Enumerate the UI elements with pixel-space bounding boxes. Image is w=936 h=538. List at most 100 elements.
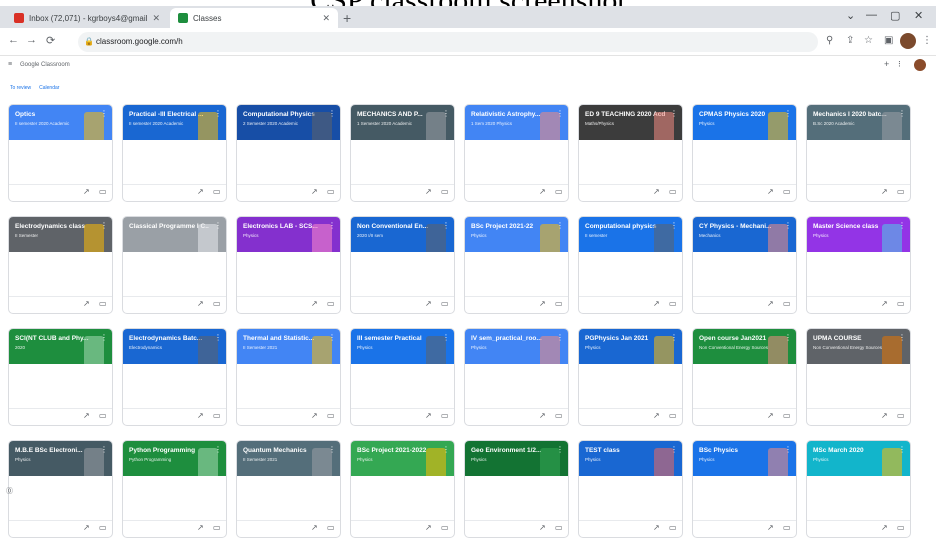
browser-menu-icon[interactable]: ⋮ xyxy=(922,35,932,46)
folder-icon[interactable]: ▭ xyxy=(327,523,335,532)
class-card-header[interactable]: UPMA COURSE Non Conventional Energy Sourc… xyxy=(807,329,910,364)
class-name[interactable]: TEST class xyxy=(585,447,665,454)
class-card-header[interactable]: Optics II semester 2020 Academic ⋮ xyxy=(9,105,112,140)
class-card-header[interactable]: MECHANICS AND P... 1 Semester 2020 Academ… xyxy=(351,105,454,140)
trending-icon[interactable]: ↗ xyxy=(197,411,204,420)
class-card-header[interactable]: Classical Programme I C... ⋮ xyxy=(123,217,226,252)
class-card[interactable]: Quantum Mechanics II Semester 2021 ⋮ ↗ ▭ xyxy=(236,440,341,538)
trending-icon[interactable]: ↗ xyxy=(311,187,318,196)
folder-icon[interactable]: ▭ xyxy=(783,299,791,308)
class-name[interactable]: SCI(NT CLUB and Phy... xyxy=(15,335,95,342)
folder-icon[interactable]: ▭ xyxy=(99,187,107,196)
folder-icon[interactable]: ▭ xyxy=(783,523,791,532)
class-name[interactable]: Open course Jan2021 xyxy=(699,335,779,342)
class-card[interactable]: CY Physics - Mechani... Mechanics ⋮ ↗ ▭ xyxy=(692,216,797,314)
trending-icon[interactable]: ↗ xyxy=(539,523,546,532)
zoom-icon[interactable]: ⚲ xyxy=(826,35,833,46)
class-card[interactable]: Python Programming Python Programming ⋮ ↗ ▭ xyxy=(122,440,227,538)
class-card[interactable]: SCI(NT CLUB and Phy... 2020 ⋮ ↗ ▭ xyxy=(8,328,113,426)
class-card[interactable]: MECHANICS AND P... 1 Semester 2020 Academ… xyxy=(350,104,455,202)
class-card[interactable]: BSc Project 2021-22 Physics ⋮ ↗ ▭ xyxy=(464,216,569,314)
class-name[interactable]: Geo Environment 1/2... xyxy=(471,447,551,454)
class-card[interactable]: Electrodynamics Batc... Electrodynamics ⋮ ↗… xyxy=(122,328,227,426)
forward-icon[interactable]: → xyxy=(26,34,37,46)
class-card[interactable]: MSc March 2020 Physics ⋮ ↗ ▭ xyxy=(806,440,911,538)
trending-icon[interactable]: ↗ xyxy=(653,187,660,196)
trending-icon[interactable]: ↗ xyxy=(83,299,90,308)
class-card-header[interactable]: Computational Physics 2 Semester 2020 Aca… xyxy=(237,105,340,140)
folder-icon[interactable]: ▭ xyxy=(327,411,335,420)
add-class-icon[interactable]: + xyxy=(884,59,889,69)
trending-icon[interactable]: ↗ xyxy=(539,299,546,308)
trending-icon[interactable]: ↗ xyxy=(767,411,774,420)
folder-icon[interactable]: ▭ xyxy=(213,299,221,308)
folder-icon[interactable]: ▭ xyxy=(669,187,677,196)
class-card[interactable]: TEST class Physics ⋮ ↗ ▭ xyxy=(578,440,683,538)
trending-icon[interactable]: ↗ xyxy=(425,299,432,308)
class-name[interactable]: BSc Project 2021-22 xyxy=(471,223,551,230)
class-name[interactable]: Electrodynamics Batc... xyxy=(129,335,209,342)
trending-icon[interactable]: ↗ xyxy=(425,187,432,196)
class-card-header[interactable]: Mechanics I 2020 batc... B.Sc 2020 Academ… xyxy=(807,105,910,140)
class-card-header[interactable]: Thermal and Statistic... II Semester 2021… xyxy=(237,329,340,364)
class-name[interactable]: Computational physics xyxy=(585,223,665,230)
tab-search-icon[interactable]: ⌄ xyxy=(846,9,855,22)
close-window-button[interactable]: ✕ xyxy=(914,9,923,22)
close-icon[interactable]: ✕ xyxy=(322,13,330,24)
class-card-header[interactable]: M.B.E BSc Electroni... Physics ⋮ xyxy=(9,441,112,476)
folder-icon[interactable]: ▭ xyxy=(669,411,677,420)
class-name[interactable]: IV sem_practical_roo... xyxy=(471,335,551,342)
class-card[interactable]: Relativistic Astrophy... 1 Sem 2020 Physi… xyxy=(464,104,569,202)
folder-icon[interactable]: ▭ xyxy=(99,411,107,420)
class-card[interactable]: UPMA COURSE Non Conventional Energy Sourc… xyxy=(806,328,911,426)
trending-icon[interactable]: ↗ xyxy=(881,299,888,308)
trending-icon[interactable]: ↗ xyxy=(539,411,546,420)
trending-icon[interactable]: ↗ xyxy=(197,299,204,308)
class-card-header[interactable]: Electrodynamics class II Semester ⋮ xyxy=(9,217,112,252)
help-icon[interactable]: ⓪ xyxy=(6,486,13,496)
class-card[interactable]: Mechanics I 2020 batc... B.Sc 2020 Academ… xyxy=(806,104,911,202)
class-card-header[interactable]: Computational physics II semester ⋮ xyxy=(579,217,682,252)
class-card[interactable]: BSc Project 2021-2022 Physics ⋮ ↗ ▭ xyxy=(350,440,455,538)
tab-gmail[interactable]: Inbox (72,071) - kgrboys4@gmail ✕ xyxy=(6,8,168,28)
class-card-header[interactable]: MSc March 2020 Physics ⋮ xyxy=(807,441,910,476)
new-tab-button[interactable]: + xyxy=(343,10,351,26)
class-card-header[interactable]: Geo Environment 1/2... Physics ⋮ xyxy=(465,441,568,476)
trending-icon[interactable]: ↗ xyxy=(653,299,660,308)
class-name[interactable]: BSc Project 2021-2022 xyxy=(357,447,437,454)
back-icon[interactable]: ← xyxy=(8,34,19,46)
folder-icon[interactable]: ▭ xyxy=(213,187,221,196)
trending-icon[interactable]: ↗ xyxy=(425,523,432,532)
class-card-header[interactable]: BSc Project 2021-22 Physics ⋮ xyxy=(465,217,568,252)
trending-icon[interactable]: ↗ xyxy=(311,299,318,308)
class-name[interactable]: Mechanics I 2020 batc... xyxy=(813,111,893,118)
trending-icon[interactable]: ↗ xyxy=(311,411,318,420)
class-name[interactable]: Classical Programme I C... xyxy=(129,223,209,230)
class-card-header[interactable]: Relativistic Astrophy... 1 Sem 2020 Physi… xyxy=(465,105,568,140)
class-card[interactable]: IV sem_practical_roo... Physics ⋮ ↗ ▭ xyxy=(464,328,569,426)
share-icon[interactable]: ⇪ xyxy=(846,35,854,46)
tab-classes[interactable]: Classes ✕ xyxy=(170,8,338,28)
class-card[interactable]: Open course Jan2021 Non Conventional Ener… xyxy=(692,328,797,426)
class-card[interactable]: Non Conventional En... 2020 I/II sem ⋮ ↗ ▭ xyxy=(350,216,455,314)
folder-icon[interactable]: ▭ xyxy=(897,411,905,420)
trending-icon[interactable]: ↗ xyxy=(197,187,204,196)
class-card[interactable]: Practical -III Electrical ... II semester… xyxy=(122,104,227,202)
trending-icon[interactable]: ↗ xyxy=(767,187,774,196)
trending-icon[interactable]: ↗ xyxy=(425,411,432,420)
folder-icon[interactable]: ▭ xyxy=(213,523,221,532)
class-name[interactable]: Electrodynamics class xyxy=(15,223,95,230)
class-name[interactable]: Quantum Mechanics xyxy=(243,447,323,454)
class-name[interactable]: PGPhysics Jan 2021 xyxy=(585,335,665,342)
trending-icon[interactable]: ↗ xyxy=(653,523,660,532)
trending-icon[interactable]: ↗ xyxy=(311,523,318,532)
trending-icon[interactable]: ↗ xyxy=(881,187,888,196)
class-name[interactable]: UPMA COURSE xyxy=(813,335,893,342)
trending-icon[interactable]: ↗ xyxy=(881,523,888,532)
class-card[interactable]: Geo Environment 1/2... Physics ⋮ ↗ ▭ xyxy=(464,440,569,538)
folder-icon[interactable]: ▭ xyxy=(555,187,563,196)
class-card[interactable]: Thermal and Statistic... II Semester 2021… xyxy=(236,328,341,426)
folder-icon[interactable]: ▭ xyxy=(897,187,905,196)
class-card[interactable]: PGPhysics Jan 2021 Physics ⋮ ↗ ▭ xyxy=(578,328,683,426)
class-card-header[interactable]: TEST class Physics ⋮ xyxy=(579,441,682,476)
